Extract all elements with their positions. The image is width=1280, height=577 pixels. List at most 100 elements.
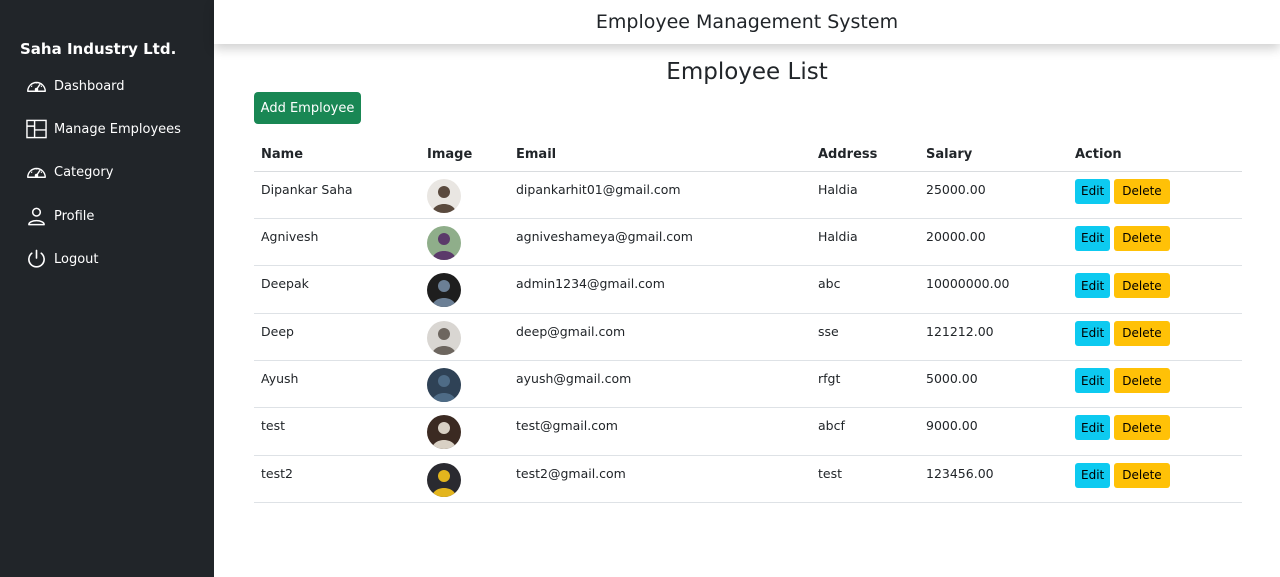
action-cell: Edit Delete [1068, 313, 1242, 362]
edit-button[interactable]: Edit [1075, 415, 1111, 441]
header: Employee Management System [214, 0, 1280, 44]
employee-image-cell [420, 171, 509, 219]
employee-email: admin1234@gmail.com [509, 265, 811, 314]
employee-email: deep@gmail.com [509, 313, 811, 362]
delete-button[interactable]: Delete [1114, 415, 1170, 441]
app-title: Employee Management System [595, 11, 899, 33]
employee-name: test2 [254, 455, 420, 504]
sidebar-item-label: Profile [54, 208, 95, 224]
column-header-image: Image [420, 138, 509, 172]
avatar [427, 320, 461, 355]
brand-name: Saha Industry Ltd. [20, 40, 177, 58]
employee-address: abcf [811, 407, 919, 456]
edit-button[interactable]: Edit [1075, 273, 1111, 299]
employee-name: Deep [254, 313, 420, 362]
employee-name: Ayush [254, 360, 420, 409]
page-title: Employee List [666, 59, 828, 85]
employee-address: Haldia [811, 171, 919, 219]
avatar [427, 178, 461, 213]
add-employee-button[interactable]: Add Employee [254, 92, 361, 124]
column-header-name: Name [254, 138, 420, 172]
employee-email: test2@gmail.com [509, 455, 811, 504]
avatar [427, 368, 461, 403]
employee-email: test@gmail.com [509, 407, 811, 456]
employee-salary: 121212.00 [919, 313, 1068, 362]
action-cell: Edit Delete [1068, 171, 1242, 219]
sidebar-item-label: Category [54, 164, 114, 180]
power-icon [28, 249, 45, 268]
sidebar-item-label: Manage Employees [54, 121, 181, 137]
avatar [427, 273, 461, 308]
employee-image-cell [420, 218, 509, 267]
edit-button[interactable]: Edit [1075, 178, 1111, 204]
delete-button[interactable]: Delete [1114, 320, 1170, 346]
employee-address: abc [811, 265, 919, 314]
column-header-action: Action [1068, 138, 1242, 172]
column-header-salary: Salary [919, 138, 1068, 172]
employee-address: test [811, 455, 919, 504]
sidebar-item-label: Dashboard [54, 78, 125, 94]
sidebar-item-logout[interactable]: Logout [26, 247, 99, 271]
sidebar-item-dashboard[interactable]: Dashboard [26, 74, 125, 98]
table-row: Dipankar Saha dipankarhit01@gmail.com Hald… [254, 171, 1242, 219]
edit-button[interactable]: Edit [1075, 462, 1111, 488]
sidebar-item-profile[interactable]: Profile [26, 204, 94, 228]
edit-button[interactable]: Edit [1075, 368, 1111, 394]
employee-email: agniveshameya@gmail.com [509, 218, 811, 267]
employee-image-cell [420, 313, 509, 362]
table-row: Deepak admin1234@gmail.com abc 10000000.00 E… [254, 265, 1242, 314]
edit-button[interactable]: Edit [1075, 320, 1111, 346]
delete-button[interactable]: Delete [1114, 368, 1170, 394]
edit-button[interactable]: Edit [1075, 225, 1111, 251]
employee-email: ayush@gmail.com [509, 360, 811, 409]
employee-salary: 25000.00 [919, 171, 1068, 219]
employee-salary: 123456.00 [919, 455, 1068, 504]
employee-table-container: Name Image Email Address Salary Action D… [254, 138, 1242, 504]
action-cell: Edit Delete [1068, 265, 1242, 314]
table-row: Ayush ayush@gmail.com rfgt 5000.00 Edit Delet… [254, 360, 1242, 409]
sidebar-item-label: Logout [54, 251, 99, 267]
employee-image-cell [420, 360, 509, 409]
employee-salary: 9000.00 [919, 407, 1068, 456]
delete-button[interactable]: Delete [1114, 462, 1170, 488]
person-icon [28, 207, 45, 226]
employee-name: Agnivesh [254, 218, 420, 267]
employee-image-cell [420, 407, 509, 456]
sidebar-item-manage-employees[interactable]: Manage Employees [26, 117, 181, 141]
table-row: test test@gmail.com abcf 9000.00 Edit Delete [254, 407, 1242, 456]
columns-icon [26, 119, 47, 139]
table-header-row: Name Image Email Address Salary Action [254, 138, 1242, 172]
action-cell: Edit Delete [1068, 360, 1242, 409]
employee-address: sse [811, 313, 919, 362]
employee-table: Name Image Email Address Salary Action D… [254, 138, 1242, 504]
employee-salary: 20000.00 [919, 218, 1068, 267]
delete-button[interactable]: Delete [1114, 273, 1170, 299]
employee-image-cell [420, 265, 509, 314]
column-header-email: Email [509, 138, 811, 172]
sidebar: Saha Industry Ltd. Dashboard Manage Empl… [0, 0, 214, 577]
speedometer-icon [27, 81, 46, 92]
action-cell: Edit Delete [1068, 407, 1242, 456]
sidebar-item-category[interactable]: Category [26, 160, 113, 184]
table-body: Dipankar Saha dipankarhit01@gmail.com Hald… [254, 171, 1242, 504]
delete-button[interactable]: Delete [1114, 178, 1170, 204]
avatar [427, 462, 461, 497]
employee-name: Deepak [254, 265, 420, 314]
action-cell: Edit Delete [1068, 218, 1242, 267]
avatar [427, 225, 461, 260]
employee-email: dipankarhit01@gmail.com [509, 171, 811, 219]
table-row: Deep deep@gmail.com sse 121212.00 Edit Delete [254, 313, 1242, 362]
action-cell: Edit Delete [1068, 455, 1242, 504]
speedometer-icon [27, 167, 46, 178]
delete-button[interactable]: Delete [1114, 225, 1170, 251]
column-header-address: Address [811, 138, 919, 172]
employee-name: test [254, 407, 420, 456]
table-row: test2 test2@gmail.com test 123456.00 Edit Del… [254, 455, 1242, 504]
employee-name: Dipankar Saha [254, 171, 420, 219]
avatar [427, 415, 461, 450]
employee-salary: 10000000.00 [919, 265, 1068, 314]
employee-salary: 5000.00 [919, 360, 1068, 409]
employee-address: Haldia [811, 218, 919, 267]
table-row: Agnivesh agniveshameya@gmail.com Haldia 200… [254, 218, 1242, 267]
employee-image-cell [420, 455, 509, 504]
